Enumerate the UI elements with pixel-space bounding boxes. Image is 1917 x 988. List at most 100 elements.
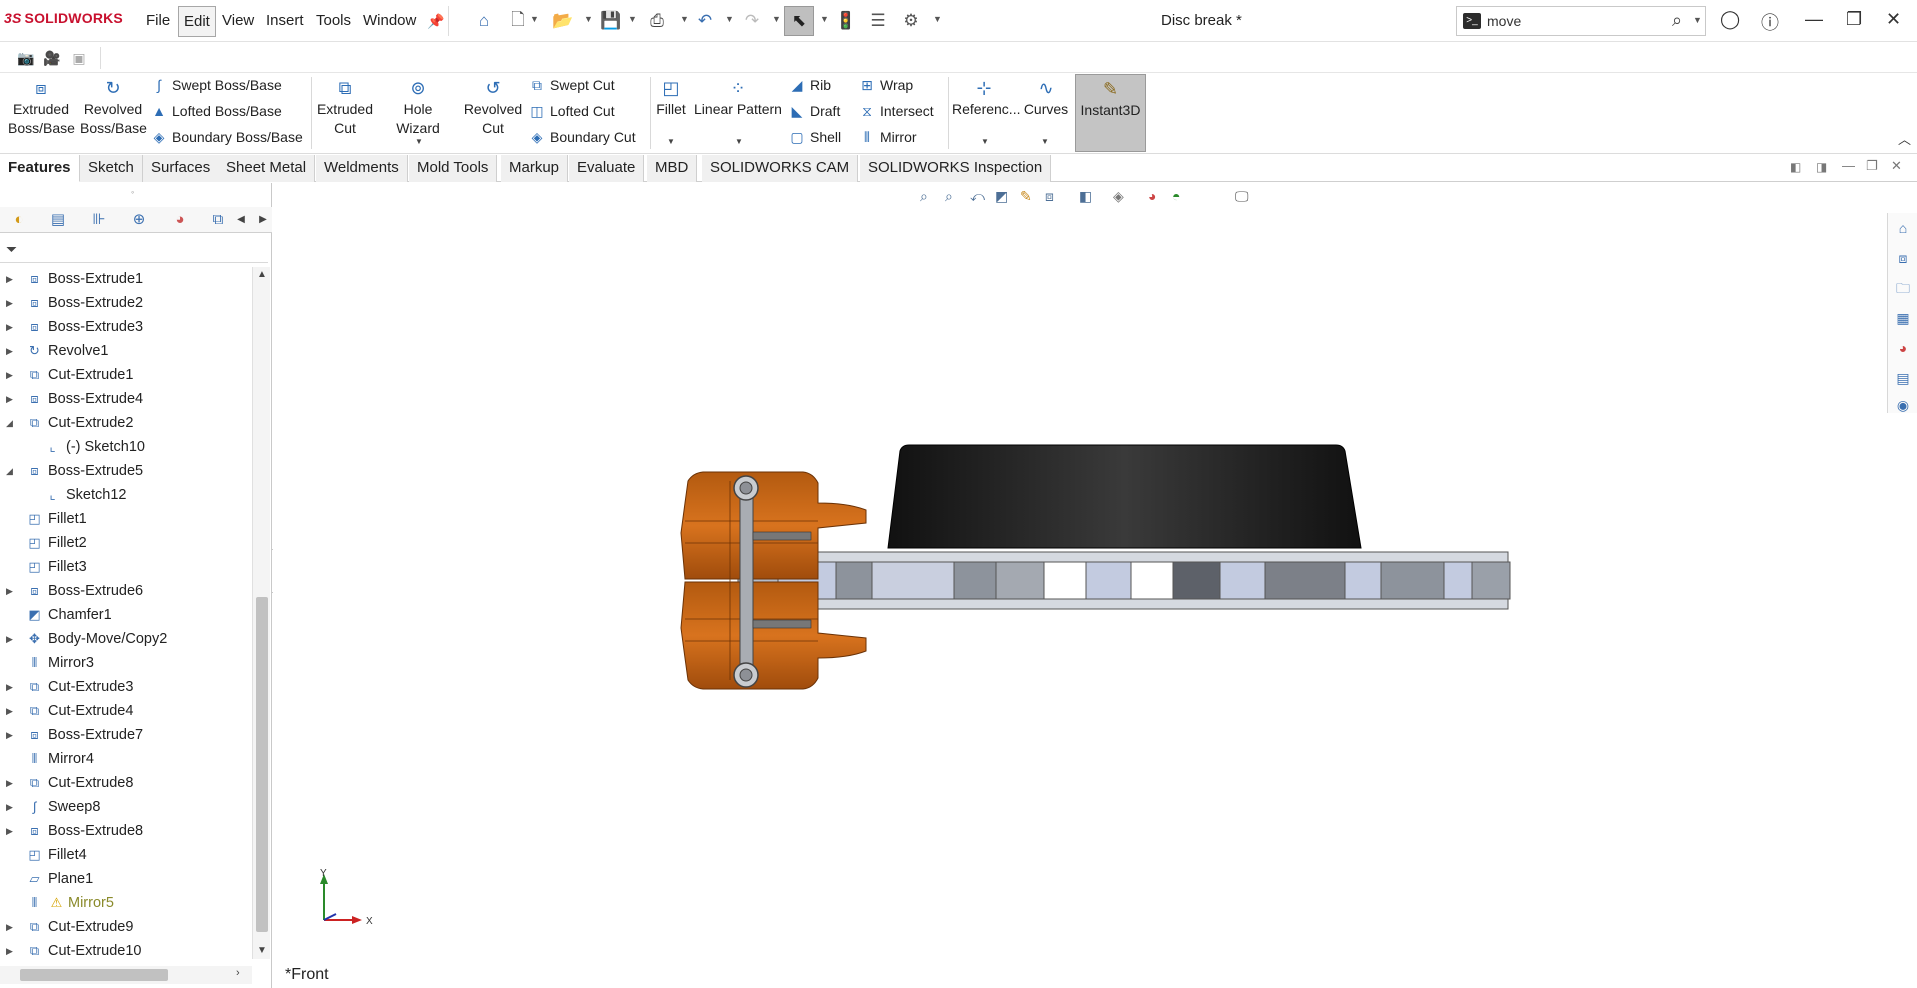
chevron-down-icon[interactable]: ▼ — [584, 14, 593, 24]
tree-horizontal-scrollbar[interactable]: › — [0, 966, 252, 984]
tab-sketch[interactable]: Sketch — [80, 155, 143, 182]
menu-window[interactable]: Window — [363, 12, 416, 29]
command-search-box[interactable]: >_ ⌕ ▼ — [1456, 6, 1706, 36]
property-manager-tab-icon[interactable]: ▤ — [47, 210, 69, 230]
collapse-ribbon-icon[interactable]: ︿ — [1898, 129, 1911, 148]
expand-arrow-icon[interactable]: ▶ — [6, 819, 13, 843]
panel-scroll-left-icon[interactable]: ◀ — [230, 210, 252, 230]
tab-solidworks-cam[interactable]: SOLIDWORKS CAM — [702, 155, 859, 182]
panel-collapse-handle[interactable]: ◦ — [131, 187, 134, 197]
help-icon[interactable]: ⓘ — [1761, 9, 1779, 35]
cam-tab-icon[interactable]: ⧉ — [207, 210, 229, 230]
print-icon[interactable]: ⎙ — [645, 9, 669, 33]
expand-arrow-icon[interactable]: ▶ — [6, 315, 13, 339]
curves-button[interactable]: ∿ Curves — [1020, 77, 1072, 119]
shell-button[interactable]: ▢ Shell — [788, 129, 841, 146]
home-icon[interactable]: ⌂ — [472, 9, 496, 33]
tab-mold-tools[interactable]: Mold Tools — [409, 155, 498, 182]
chevron-down-icon[interactable]: ▼ — [933, 14, 942, 24]
menu-edit[interactable]: Edit — [178, 6, 216, 37]
chevron-down-icon[interactable]: ▼ — [415, 137, 423, 146]
instant3d-button[interactable]: ✎ Instant3D — [1075, 74, 1146, 152]
tab-solidworks-inspection[interactable]: SOLIDWORKS Inspection — [860, 155, 1052, 182]
menu-view[interactable]: View — [222, 12, 254, 29]
tab-features[interactable]: Features — [0, 155, 80, 182]
home-icon[interactable]: ⌂ — [1893, 218, 1913, 238]
graphics-area[interactable]: ⌕ ⌕ ⤺ ◩ ✎ ⧈ ◧ ◈ ◕ ◓ 🖵 ⌂ ⧈ 🗀 ▦ ◕ ▤ ◉ Y X … — [273, 183, 1917, 988]
expand-arrow-icon[interactable]: ▶ — [6, 627, 13, 651]
swept-cut-button[interactable]: ⧉ Swept Cut — [528, 77, 615, 94]
brake-disc-rotor[interactable] — [737, 551, 1511, 610]
collapse-arrow-icon[interactable]: ◢ — [6, 411, 13, 435]
tab-markup[interactable]: Markup — [501, 155, 569, 182]
scroll-right-icon[interactable]: › — [236, 967, 240, 979]
tab-weldments[interactable]: Weldments — [316, 155, 408, 182]
stop-record-icon[interactable]: ▣ — [67, 46, 91, 70]
draft-button[interactable]: ◣ Draft — [788, 103, 841, 120]
linear-pattern-button[interactable]: ⁘ Linear Pattern — [694, 77, 782, 119]
view-palette-icon[interactable]: ▦ — [1893, 308, 1913, 328]
expand-arrow-icon[interactable]: ▶ — [6, 699, 13, 723]
model-3d-view[interactable]: Y X — [273, 183, 1873, 953]
dimxpert-tab-icon[interactable]: ⊕ — [128, 210, 150, 230]
appearances-icon[interactable]: ◕ — [1893, 338, 1913, 358]
chevron-down-icon[interactable]: ▼ — [981, 137, 989, 146]
restore-window-icon[interactable]: ❐ — [1846, 9, 1862, 30]
design-library-icon[interactable]: ⧈ — [1893, 248, 1913, 268]
minimize-document-icon[interactable]: — — [1842, 158, 1855, 173]
expand-arrow-icon[interactable]: ▶ — [6, 363, 13, 387]
scroll-down-icon[interactable]: ▼ — [257, 945, 267, 956]
tile-right-icon[interactable]: ◨ — [1816, 160, 1827, 174]
expand-arrow-icon[interactable]: ▶ — [6, 387, 13, 411]
chevron-down-icon[interactable]: ▼ — [628, 14, 637, 24]
expand-arrow-icon[interactable]: ▶ — [6, 267, 13, 291]
extruded-boss-button[interactable]: ⧈ Extruded Boss/Base — [8, 77, 75, 138]
boundary-boss-button[interactable]: ◈ Boundary Boss/Base — [150, 129, 303, 146]
swept-boss-button[interactable]: ∫ Swept Boss/Base — [150, 77, 282, 93]
tab-sheet-metal[interactable]: Sheet Metal — [218, 155, 316, 182]
expand-arrow-icon[interactable]: ▶ — [6, 723, 13, 747]
tab-surfaces[interactable]: Surfaces — [143, 155, 220, 182]
collapse-arrow-icon[interactable]: ◢ — [6, 459, 13, 483]
wrap-button[interactable]: ⊞ Wrap — [858, 77, 913, 94]
lofted-boss-button[interactable]: ▲ Lofted Boss/Base — [150, 103, 282, 119]
chevron-down-icon[interactable]: ▼ — [680, 14, 689, 24]
expand-arrow-icon[interactable]: ▶ — [6, 675, 13, 699]
close-icon[interactable]: ✕ — [1886, 9, 1901, 30]
chevron-down-icon[interactable]: ▼ — [820, 14, 829, 24]
scrollbar-thumb[interactable] — [20, 969, 168, 981]
expand-arrow-icon[interactable]: ▶ — [6, 771, 13, 795]
chevron-down-icon[interactable]: ▼ — [667, 137, 675, 146]
tab-evaluate[interactable]: Evaluate — [569, 155, 645, 182]
file-properties-icon[interactable]: ☰ — [866, 9, 890, 33]
expand-arrow-icon[interactable]: ▶ — [6, 915, 13, 939]
boundary-cut-button[interactable]: ◈ Boundary Cut — [528, 129, 636, 146]
pin-icon[interactable]: 📌 — [424, 9, 448, 33]
custom-properties-icon[interactable]: ▤ — [1893, 368, 1913, 388]
display-manager-tab-icon[interactable]: ◕ — [169, 210, 191, 230]
reference-geometry-button[interactable]: ⊹ Referenc... — [952, 77, 1020, 119]
extruded-cut-button[interactable]: ⧉ Extruded Cut — [314, 77, 376, 138]
menu-tools[interactable]: Tools — [316, 12, 351, 29]
mirror-button[interactable]: ⫴ Mirror — [858, 129, 917, 146]
expand-arrow-icon[interactable]: ▶ — [6, 939, 13, 957]
menu-file[interactable]: File — [146, 12, 170, 29]
gear-icon[interactable]: ⚙ — [899, 9, 923, 33]
panel-scroll-right-icon[interactable]: ▶ — [252, 210, 274, 230]
record-icon[interactable]: 🎥 — [40, 46, 64, 70]
minimize-icon[interactable]: — — [1805, 9, 1823, 30]
select-cursor-icon[interactable]: ⬉ — [784, 6, 814, 36]
expand-arrow-icon[interactable]: ▶ — [6, 291, 13, 315]
new-document-icon[interactable]: 🗋 — [506, 9, 530, 33]
expand-arrow-icon[interactable]: ▶ — [6, 795, 13, 819]
open-folder-icon[interactable]: 📂 — [551, 9, 575, 33]
brake-pad-body[interactable] — [887, 444, 1362, 549]
chevron-down-icon[interactable]: ▼ — [735, 137, 743, 146]
save-icon[interactable]: 💾 — [599, 9, 623, 33]
restore-document-icon[interactable]: ❐ — [1866, 158, 1878, 174]
tree-filter-bar[interactable]: ⏷ — [0, 237, 268, 263]
configuration-manager-tab-icon[interactable]: ⊪ — [88, 210, 110, 230]
close-document-icon[interactable]: ✕ — [1891, 158, 1902, 174]
feature-manager-tab-icon[interactable]: ◐ — [8, 210, 30, 230]
menu-insert[interactable]: Insert — [266, 12, 304, 29]
